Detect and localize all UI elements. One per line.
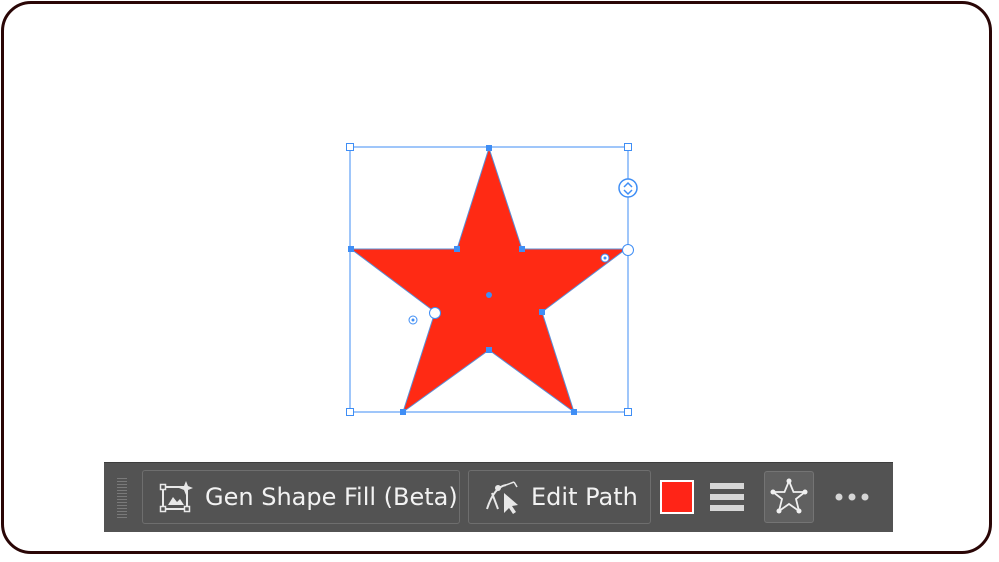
ellipsis-icon[interactable] xyxy=(834,484,870,510)
anchor-point xyxy=(571,409,577,415)
center-point xyxy=(486,292,492,298)
anchor-point xyxy=(519,246,525,252)
resize-handle-top-left[interactable] xyxy=(346,143,354,151)
edit-path-button[interactable]: Edit Path xyxy=(468,470,651,524)
resize-handle-bottom-right[interactable] xyxy=(624,408,632,416)
anchor-point xyxy=(454,246,460,252)
anchor-point xyxy=(486,145,492,151)
gen-shape-fill-icon xyxy=(153,477,201,517)
anchor-point xyxy=(348,246,354,252)
gen-shape-fill-button[interactable]: Gen Shape Fill (Beta) xyxy=(142,470,460,524)
fill-color-swatch[interactable] xyxy=(660,480,694,514)
anchor-point xyxy=(539,309,545,315)
pen-path-icon xyxy=(479,477,527,517)
star-shape[interactable] xyxy=(349,146,628,414)
corner-widget[interactable] xyxy=(600,253,610,263)
edit-path-label: Edit Path xyxy=(531,483,638,511)
sides-stepper-icon[interactable] xyxy=(618,178,638,198)
anchor-point xyxy=(400,409,406,415)
resize-handle-bottom-left[interactable] xyxy=(346,408,354,416)
corner-widget[interactable] xyxy=(408,315,418,325)
star-outline-icon[interactable] xyxy=(764,471,814,523)
taskbar-drag-handle[interactable] xyxy=(117,478,127,518)
contextual-taskbar: Gen Shape Fill (Beta) Edit Path xyxy=(104,462,893,532)
hamburger-icon[interactable] xyxy=(710,481,746,513)
gen-shape-fill-label: Gen Shape Fill (Beta) xyxy=(205,483,458,511)
resize-handle-top-right[interactable] xyxy=(624,143,632,151)
star-inner-radius-handle[interactable] xyxy=(429,307,441,319)
star-points-handle[interactable] xyxy=(622,244,634,256)
anchor-point xyxy=(486,347,492,353)
